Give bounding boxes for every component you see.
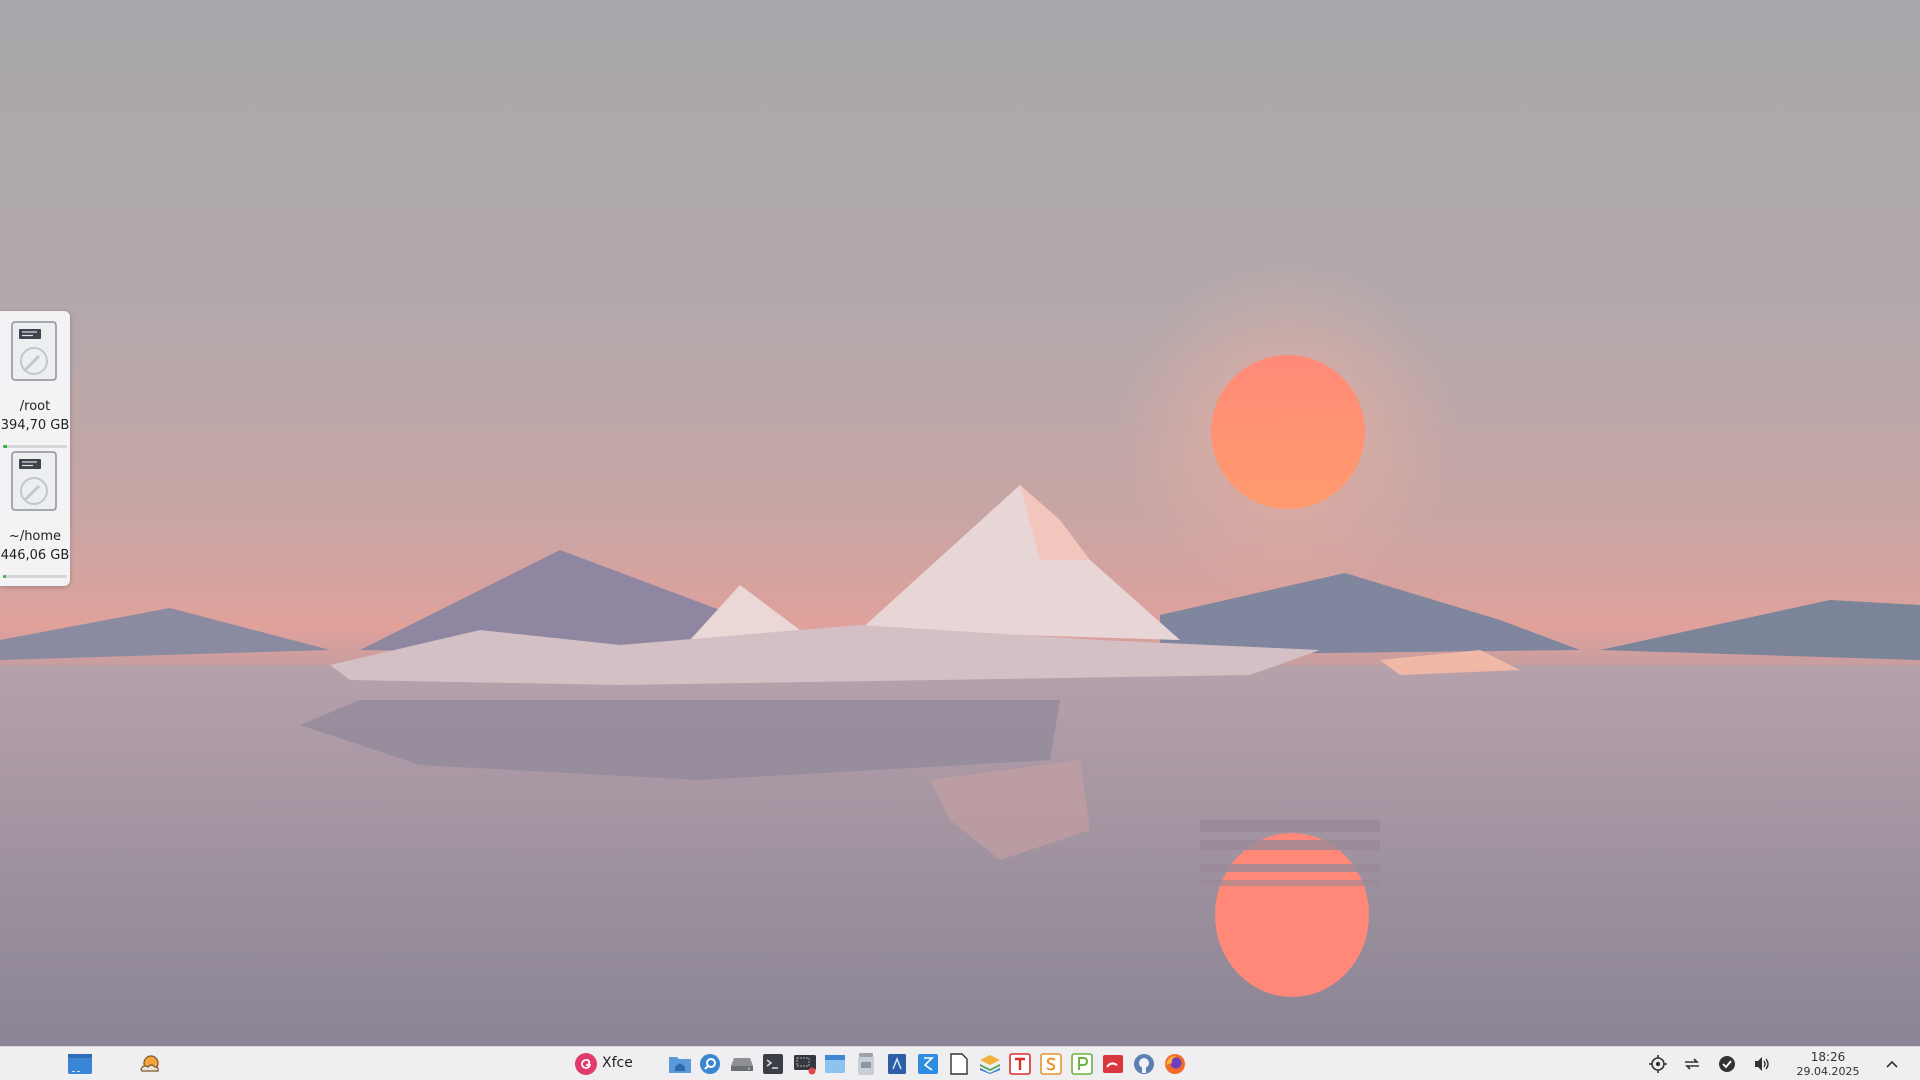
hard-drive-icon bbox=[11, 451, 57, 511]
clock-date: 29.04.2025 bbox=[1796, 1065, 1860, 1078]
drive-usage-bar bbox=[3, 575, 67, 578]
clock-time: 18:26 bbox=[1810, 1050, 1846, 1064]
launcher-github[interactable] bbox=[1132, 1052, 1156, 1076]
drive-usage-widget: /root 394,70 GB ~/home 446,06 GB bbox=[0, 311, 70, 586]
debian-swirl-icon bbox=[575, 1053, 597, 1075]
applications-menu-label[interactable]: Xfce bbox=[602, 1055, 633, 1071]
launcher-text-p[interactable] bbox=[1070, 1052, 1094, 1076]
chevron-up-icon bbox=[1886, 1060, 1898, 1068]
hard-drive-icon bbox=[11, 321, 57, 381]
drive-free-space: 394,70 GB bbox=[0, 418, 70, 433]
spreadsheet-s-icon bbox=[1040, 1053, 1062, 1075]
wallpaper bbox=[0, 260, 1920, 1046]
desktop: /root 394,70 GB ~/home 446,06 GB bbox=[0, 0, 1920, 1046]
volume-icon bbox=[1755, 1057, 1769, 1071]
launcher-archive[interactable] bbox=[854, 1052, 878, 1076]
launcher-text-editor[interactable] bbox=[947, 1052, 971, 1076]
drive-label: /root bbox=[19, 399, 51, 414]
presentation-p-icon bbox=[1071, 1053, 1093, 1075]
drive-label: ~/home bbox=[8, 529, 62, 544]
screenshot-icon bbox=[794, 1055, 816, 1075]
drive-icon bbox=[731, 1058, 753, 1071]
document-icon bbox=[950, 1053, 968, 1075]
home-folder-icon bbox=[669, 1057, 691, 1073]
terminal-icon bbox=[763, 1054, 783, 1074]
launcher-text-s[interactable] bbox=[1039, 1052, 1063, 1076]
pdf-viewer-icon bbox=[888, 1054, 906, 1074]
writer-t-icon bbox=[1009, 1053, 1031, 1075]
show-desktop-button[interactable] bbox=[68, 1052, 92, 1076]
launcher-screenshot[interactable] bbox=[793, 1052, 817, 1076]
layers-icon bbox=[980, 1055, 1000, 1074]
launcher-inkscape-like[interactable] bbox=[916, 1052, 940, 1076]
settings-target-icon bbox=[1649, 1055, 1667, 1073]
search-icon bbox=[700, 1054, 720, 1074]
weather-button[interactable] bbox=[138, 1052, 162, 1076]
drive-free-space: 446,06 GB bbox=[0, 548, 70, 563]
taskbar: Xfce 18:26 29.04.2025 bbox=[0, 1046, 1920, 1080]
drive-home[interactable]: ~/home 446,06 GB bbox=[0, 451, 70, 581]
tray-expand-button[interactable] bbox=[1880, 1052, 1904, 1076]
archive-jar-icon bbox=[858, 1053, 874, 1075]
drive-root[interactable]: /root 394,70 GB bbox=[0, 321, 70, 451]
launcher-drive[interactable] bbox=[730, 1052, 754, 1076]
weather-icon bbox=[140, 1055, 159, 1072]
tray-sync[interactable] bbox=[1680, 1052, 1704, 1076]
tray-updates[interactable] bbox=[1715, 1052, 1739, 1076]
launcher-firefox[interactable] bbox=[1163, 1052, 1187, 1076]
launcher-app-finder[interactable] bbox=[698, 1052, 722, 1076]
launcher-file-manager[interactable] bbox=[668, 1052, 692, 1076]
sync-arrows-icon bbox=[1685, 1058, 1699, 1070]
launcher-terminal[interactable] bbox=[761, 1052, 785, 1076]
vector-editor-icon bbox=[918, 1054, 938, 1074]
window-icon bbox=[825, 1055, 845, 1073]
clock[interactable]: 18:26 29.04.2025 bbox=[1788, 1050, 1868, 1079]
slides-icon bbox=[1103, 1055, 1123, 1073]
desktop-icon bbox=[68, 1054, 92, 1074]
github-icon bbox=[1134, 1054, 1154, 1074]
launcher-document-viewer[interactable] bbox=[885, 1052, 909, 1076]
launcher-text-t[interactable] bbox=[1008, 1052, 1032, 1076]
launcher-presentation[interactable] bbox=[1101, 1052, 1125, 1076]
launcher-layers[interactable] bbox=[978, 1052, 1002, 1076]
launcher-window-manager[interactable] bbox=[823, 1052, 847, 1076]
check-circle-icon bbox=[1719, 1056, 1735, 1072]
drive-usage-fill bbox=[3, 575, 7, 578]
firefox-icon bbox=[1165, 1054, 1185, 1074]
drive-usage-bar bbox=[3, 445, 67, 448]
drive-usage-fill bbox=[3, 445, 8, 448]
tray-volume[interactable] bbox=[1750, 1052, 1774, 1076]
applications-menu-button[interactable] bbox=[574, 1052, 598, 1076]
tray-network-settings[interactable] bbox=[1646, 1052, 1670, 1076]
